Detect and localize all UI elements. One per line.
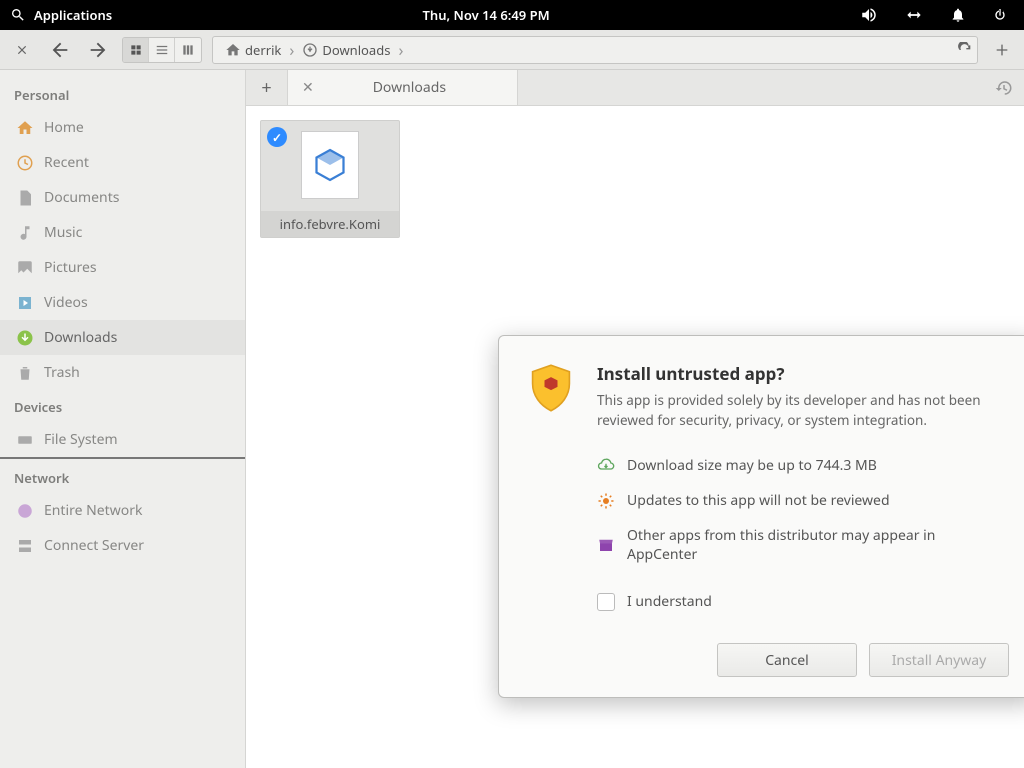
sidebar-item-documents[interactable]: Documents	[0, 180, 245, 215]
sidebar: Personal Home Recent Documents Music Pic…	[0, 70, 246, 768]
dialog-row-distributor: Other apps from this distributor may app…	[597, 518, 1003, 572]
breadcrumb-downloads[interactable]: Downloads	[294, 41, 398, 59]
sidebar-item-recent[interactable]: Recent	[0, 145, 245, 180]
dialog-row-size: Download size may be up to 744.3 MB	[597, 448, 1003, 483]
dialog-row-text: Download size may be up to 744.3 MB	[627, 456, 877, 475]
tab-bar: + ✕ Downloads	[246, 70, 1024, 106]
content-area: + ✕ Downloads info.febvre.Komi	[246, 70, 1024, 768]
understand-checkbox-row[interactable]: I understand	[597, 584, 1003, 619]
breadcrumb-seg-label: Downloads	[322, 41, 390, 59]
search-icon[interactable]	[10, 7, 26, 23]
sidebar-item-connect-server[interactable]: Connect Server	[0, 528, 245, 563]
close-tab-icon[interactable]: ✕	[302, 78, 314, 97]
sidebar-item-music[interactable]: Music	[0, 215, 245, 250]
power-icon[interactable]	[992, 7, 1008, 23]
applications-menu[interactable]: Applications	[34, 6, 112, 24]
sidebar-header-personal: Personal	[0, 78, 245, 110]
nav-back-icon[interactable]	[46, 36, 74, 64]
file-item[interactable]: info.febvre.Komi	[260, 120, 400, 238]
history-icon[interactable]	[984, 70, 1024, 105]
file-grid[interactable]: info.febvre.Komi	[246, 106, 1024, 252]
tab-downloads[interactable]: ✕ Downloads	[288, 70, 518, 105]
breadcrumb-home[interactable]: derrik	[217, 41, 289, 59]
breadcrumb[interactable]: derrik › Downloads ›	[212, 36, 978, 64]
close-window-icon[interactable]	[8, 36, 36, 64]
download-cloud-icon	[597, 457, 615, 475]
sidebar-header-devices: Devices	[0, 390, 245, 422]
tab-label: Downloads	[334, 78, 503, 97]
file-label: info.febvre.Komi	[261, 211, 399, 237]
checkbox[interactable]	[597, 593, 615, 611]
cancel-button[interactable]: Cancel	[717, 643, 857, 677]
sidebar-item-pictures[interactable]: Pictures	[0, 250, 245, 285]
dialog-row-updates: Updates to this app will not be reviewed	[597, 483, 1003, 518]
view-switcher[interactable]	[122, 37, 202, 63]
file-manager-toolbar: derrik › Downloads ›	[0, 30, 1024, 70]
list-view-icon[interactable]	[149, 38, 175, 62]
sidebar-item-entire-network[interactable]: Entire Network	[0, 493, 245, 528]
restore-window-icon[interactable]	[988, 36, 1016, 64]
dialog-title: Install untrusted app?	[597, 362, 1009, 385]
install-anyway-button[interactable]: Install Anyway	[869, 643, 1009, 677]
notification-bell-icon[interactable]	[950, 7, 966, 23]
top-panel: Applications Thu, Nov 14 6:49 PM	[0, 0, 1024, 30]
gear-warning-icon	[597, 492, 615, 510]
sidebar-header-network: Network	[0, 461, 245, 493]
understand-label: I understand	[627, 592, 712, 611]
icon-view-icon[interactable]	[123, 38, 149, 62]
sidebar-item-trash[interactable]: Trash	[0, 355, 245, 390]
new-tab-button[interactable]: +	[246, 70, 288, 105]
dialog-row-text: Other apps from this distributor may app…	[627, 526, 1003, 564]
flatpak-icon	[301, 131, 359, 199]
nav-forward-icon[interactable]	[84, 36, 112, 64]
volume-icon[interactable]	[860, 6, 878, 24]
sidebar-item-filesystem[interactable]: File System	[0, 422, 245, 459]
network-icon[interactable]	[904, 8, 924, 22]
dialog-subtitle: This app is provided solely by its devel…	[597, 391, 1009, 430]
dialog-row-text: Updates to this app will not be reviewed	[627, 491, 890, 510]
sidebar-item-downloads[interactable]: Downloads	[0, 320, 245, 355]
shield-warning-icon	[525, 362, 577, 414]
column-view-icon[interactable]	[175, 38, 201, 62]
chevron-right-icon: ›	[398, 39, 403, 61]
store-icon	[597, 536, 615, 554]
clock[interactable]: Thu, Nov 14 6:49 PM	[112, 6, 860, 24]
selection-check-icon[interactable]	[267, 127, 287, 147]
refresh-icon[interactable]	[957, 42, 973, 58]
sidebar-item-home[interactable]: Home	[0, 110, 245, 145]
install-untrusted-dialog: Install untrusted app? This app is provi…	[498, 335, 1024, 698]
breadcrumb-seg-label: derrik	[245, 41, 281, 59]
sidebar-item-videos[interactable]: Videos	[0, 285, 245, 320]
